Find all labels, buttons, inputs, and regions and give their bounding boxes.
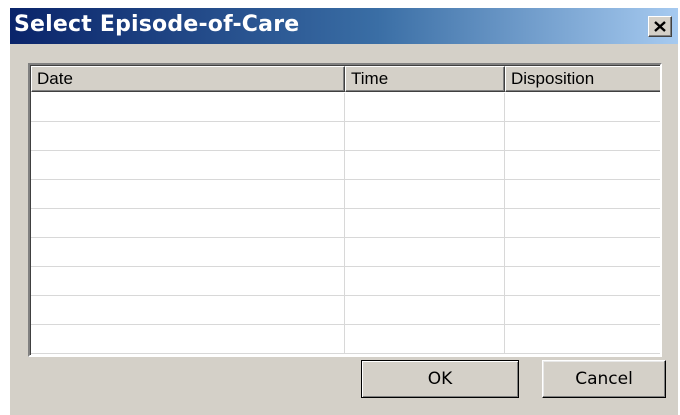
cell-disposition	[505, 238, 660, 267]
table-row[interactable]	[31, 151, 660, 180]
cell-date	[31, 180, 345, 209]
cell-disposition	[505, 151, 660, 180]
table-row[interactable]	[31, 238, 660, 267]
cell-date	[31, 238, 345, 267]
cell-date	[31, 325, 345, 354]
column-header-time[interactable]: Time	[345, 66, 505, 92]
cell-disposition	[505, 122, 660, 151]
cell-time	[345, 238, 505, 267]
cell-time	[345, 151, 505, 180]
column-header-date[interactable]: Date	[31, 66, 345, 92]
cell-time	[345, 180, 505, 209]
cell-time	[345, 267, 505, 296]
cell-disposition	[505, 209, 660, 238]
table-row[interactable]	[31, 267, 660, 296]
cell-time	[345, 209, 505, 238]
cell-date	[31, 296, 345, 325]
title-bar[interactable]: Select Episode-of-Care	[10, 8, 678, 44]
cell-time	[345, 93, 505, 122]
select-episode-dialog: Select Episode-of-Care Date Time Disposi…	[10, 8, 678, 415]
cell-disposition	[505, 296, 660, 325]
ok-button[interactable]: OK	[361, 360, 519, 398]
table-row[interactable]	[31, 180, 660, 209]
cell-date	[31, 151, 345, 180]
cell-time	[345, 325, 505, 354]
table-row[interactable]	[31, 325, 660, 354]
cell-disposition	[505, 93, 660, 122]
table-row[interactable]	[31, 122, 660, 151]
table-row[interactable]	[31, 93, 660, 122]
cell-date	[31, 122, 345, 151]
cell-date	[31, 93, 345, 122]
cell-disposition	[505, 267, 660, 296]
cell-disposition	[505, 180, 660, 209]
cell-date	[31, 209, 345, 238]
episode-list[interactable]: Date Time Disposition	[28, 63, 662, 357]
cell-date	[31, 267, 345, 296]
close-button[interactable]	[648, 16, 672, 37]
dialog-title: Select Episode-of-Care	[14, 12, 300, 37]
cell-disposition	[505, 325, 660, 354]
close-icon	[654, 21, 666, 32]
table-row[interactable]	[31, 296, 660, 325]
column-header-disposition[interactable]: Disposition	[505, 66, 660, 92]
list-header: Date Time Disposition	[31, 66, 660, 92]
cancel-button[interactable]: Cancel	[542, 360, 666, 398]
cell-time	[345, 296, 505, 325]
table-row[interactable]	[31, 209, 660, 238]
cell-time	[345, 122, 505, 151]
